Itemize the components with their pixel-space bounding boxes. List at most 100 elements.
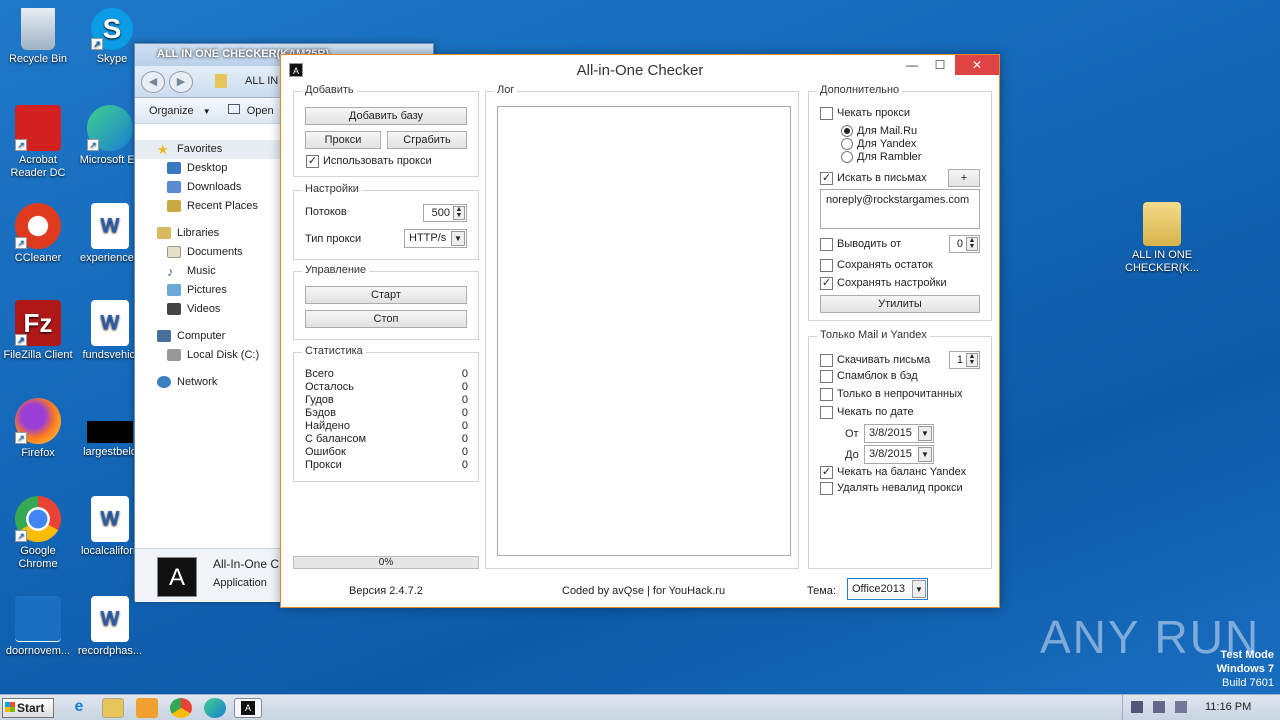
search-in-mail-checkbox[interactable]: ✓	[820, 172, 833, 185]
theme-select[interactable]: Office2013 ▼	[847, 578, 928, 600]
start-button[interactable]: Старт	[305, 286, 467, 304]
group-settings: Настройки Потоков 500 ▲ ▼ Тип прокси HTTP…	[293, 183, 479, 260]
spamblock-checkbox[interactable]	[820, 370, 833, 383]
proxy-button[interactable]: Прокси	[305, 131, 381, 149]
explorer-taskbar-icon[interactable]	[102, 698, 124, 718]
check-by-date-checkbox[interactable]	[820, 406, 833, 419]
close-button[interactable]: ✕	[955, 55, 999, 75]
nav-recent-places[interactable]: Recent Places	[135, 197, 281, 216]
search-text-input[interactable]: noreply@rockstargames.com	[820, 189, 980, 229]
checker-taskbar-icon[interactable]: A	[234, 698, 262, 718]
yandex-radio[interactable]	[841, 138, 853, 150]
proxy-type-select[interactable]: HTTP/s ▼	[404, 229, 467, 248]
nav-videos[interactable]: Videos	[135, 300, 281, 319]
stats-row: Ошибок 0	[305, 446, 468, 459]
to-date-picker[interactable]: 3/8/2015 ▼	[864, 445, 934, 464]
desktop-icon-label: ALL IN ONE CHECKER(K...	[1125, 249, 1199, 274]
output-from-spinner[interactable]: 0 ▲ ▼	[949, 235, 980, 253]
stop-button[interactable]: Стоп	[305, 310, 467, 328]
download-mails-spinner[interactable]: 1 ▲ ▼	[949, 351, 980, 369]
forward-icon[interactable]: ▶	[169, 71, 193, 93]
blank-file-icon	[15, 596, 61, 642]
nav-music[interactable]: ♪ Music	[135, 262, 281, 281]
desktop-icon-filezilla[interactable]: Fz ↗ FileZilla Client	[0, 300, 76, 362]
test-mode-line3: Build 7601	[1222, 677, 1274, 689]
from-date-picker[interactable]: 3/8/2015 ▼	[864, 424, 934, 443]
volume-icon[interactable]	[1131, 701, 1143, 713]
network-icon	[157, 376, 171, 388]
start-button[interactable]: Start	[2, 698, 54, 718]
desktop-icon-ccleaner[interactable]: ↗ CCleaner	[0, 203, 76, 265]
stats-value: 0	[461, 368, 468, 380]
use-proxy-checkbox[interactable]: ✓	[306, 155, 319, 168]
group-log: Лог	[485, 84, 799, 569]
desktop-icon-file[interactable]: doornovem...	[0, 596, 76, 658]
check-balance-checkbox[interactable]: ✓	[820, 466, 833, 479]
chevron-down-icon[interactable]: ▼	[912, 580, 926, 598]
checker-window[interactable]: A All-in-One Checker — ☐ ✕ Добавить Доба…	[280, 54, 1000, 608]
folder-icon	[215, 74, 227, 88]
utilities-button[interactable]: Утилиты	[820, 295, 980, 313]
desktop-icon-label: FileZilla Client	[3, 349, 73, 361]
network-tray-icon[interactable]	[1153, 701, 1165, 713]
back-icon[interactable]: ◀	[141, 71, 165, 93]
desktop-icon-folder[interactable]: ALL IN ONE CHECKER(K...	[1124, 202, 1200, 275]
nav-downloads[interactable]: Downloads	[135, 178, 281, 197]
spinner-arrows-icon[interactable]: ▲ ▼	[966, 237, 978, 251]
delete-invalid-proxy-checkbox[interactable]	[820, 482, 833, 495]
mailru-radio[interactable]	[841, 125, 853, 137]
add-search-button[interactable]: +	[948, 169, 980, 187]
edge-taskbar-icon[interactable]	[204, 698, 226, 718]
flag-icon[interactable]	[1175, 701, 1187, 713]
grab-button[interactable]: Сграбить	[387, 131, 467, 149]
group-extra: Дополнительно Чекать прокси Для Mail.Ru …	[808, 84, 992, 321]
address-text[interactable]: ALL IN	[245, 75, 278, 87]
chevron-down-icon[interactable]: ▼	[918, 426, 932, 441]
desktop-icon-chrome[interactable]: ↗ Google Chrome	[0, 496, 76, 571]
chevron-down-icon[interactable]: ▼	[451, 231, 465, 246]
shortcut-arrow-icon: ↗	[15, 334, 27, 346]
nav-network[interactable]: Network	[135, 373, 281, 392]
unread-only-checkbox[interactable]	[820, 388, 833, 401]
nav-favorites[interactable]: ★ Favorites	[135, 140, 281, 159]
organize-button[interactable]: Organize	[149, 105, 194, 117]
firefox-icon: ↗	[15, 398, 61, 444]
maximize-button[interactable]: ☐	[924, 55, 956, 75]
desktop-icon-firefox[interactable]: ↗ Firefox	[0, 398, 76, 460]
save-settings-checkbox[interactable]: ✓	[820, 277, 833, 290]
log-textarea[interactable]	[497, 106, 791, 556]
desktop-icon-word-file[interactable]: W recordphas...	[72, 596, 148, 658]
clock-text[interactable]: 11:16 PM	[1205, 701, 1251, 713]
desktop-icon	[167, 162, 181, 174]
nav-desktop[interactable]: Desktop	[135, 159, 281, 178]
group-legend: Только Mail и Yandex	[817, 329, 930, 341]
ie-icon[interactable]: e	[68, 698, 90, 718]
desktop-icon-recycle-bin[interactable]: Recycle Bin	[0, 8, 76, 66]
nav-computer[interactable]: Computer	[135, 327, 281, 346]
media-player-icon[interactable]	[136, 698, 158, 718]
open-button[interactable]: Open	[247, 105, 274, 117]
output-from-checkbox[interactable]	[820, 238, 833, 251]
nav-pictures[interactable]: Pictures	[135, 281, 281, 300]
rambler-radio[interactable]	[841, 151, 853, 163]
threads-spinner[interactable]: 500 ▲ ▼	[423, 204, 467, 222]
title-bar[interactable]: A All-in-One Checker — ☐ ✕	[281, 55, 999, 83]
desktop-icon-acrobat[interactable]: ↗ Acrobat Reader DC	[0, 105, 76, 180]
check-proxy-checkbox[interactable]	[820, 107, 833, 120]
download-mails-checkbox[interactable]	[820, 354, 833, 367]
theme-value: Office2013	[852, 583, 906, 595]
spinner-arrows-icon[interactable]: ▲ ▼	[966, 353, 978, 367]
spinner-arrows-icon[interactable]: ▲ ▼	[453, 206, 465, 220]
add-base-button[interactable]: Добавить базу	[305, 107, 467, 125]
nav-local-disk[interactable]: Local Disk (C:)	[135, 346, 281, 365]
nav-libraries[interactable]: Libraries	[135, 224, 281, 243]
stats-label: Бэдов	[305, 407, 336, 419]
theme-label: Тема:	[807, 585, 836, 597]
chrome-taskbar-icon[interactable]	[170, 698, 192, 718]
chevron-down-icon[interactable]: ▼	[918, 447, 932, 462]
save-rest-checkbox[interactable]	[820, 259, 833, 272]
acrobat-icon: ↗	[15, 105, 61, 151]
stats-table: Всего 0 Осталось 0 Гудов 0 Бэдов 0 Найдено 0 С бал…	[305, 368, 468, 472]
nav-documents[interactable]: Documents	[135, 243, 281, 262]
